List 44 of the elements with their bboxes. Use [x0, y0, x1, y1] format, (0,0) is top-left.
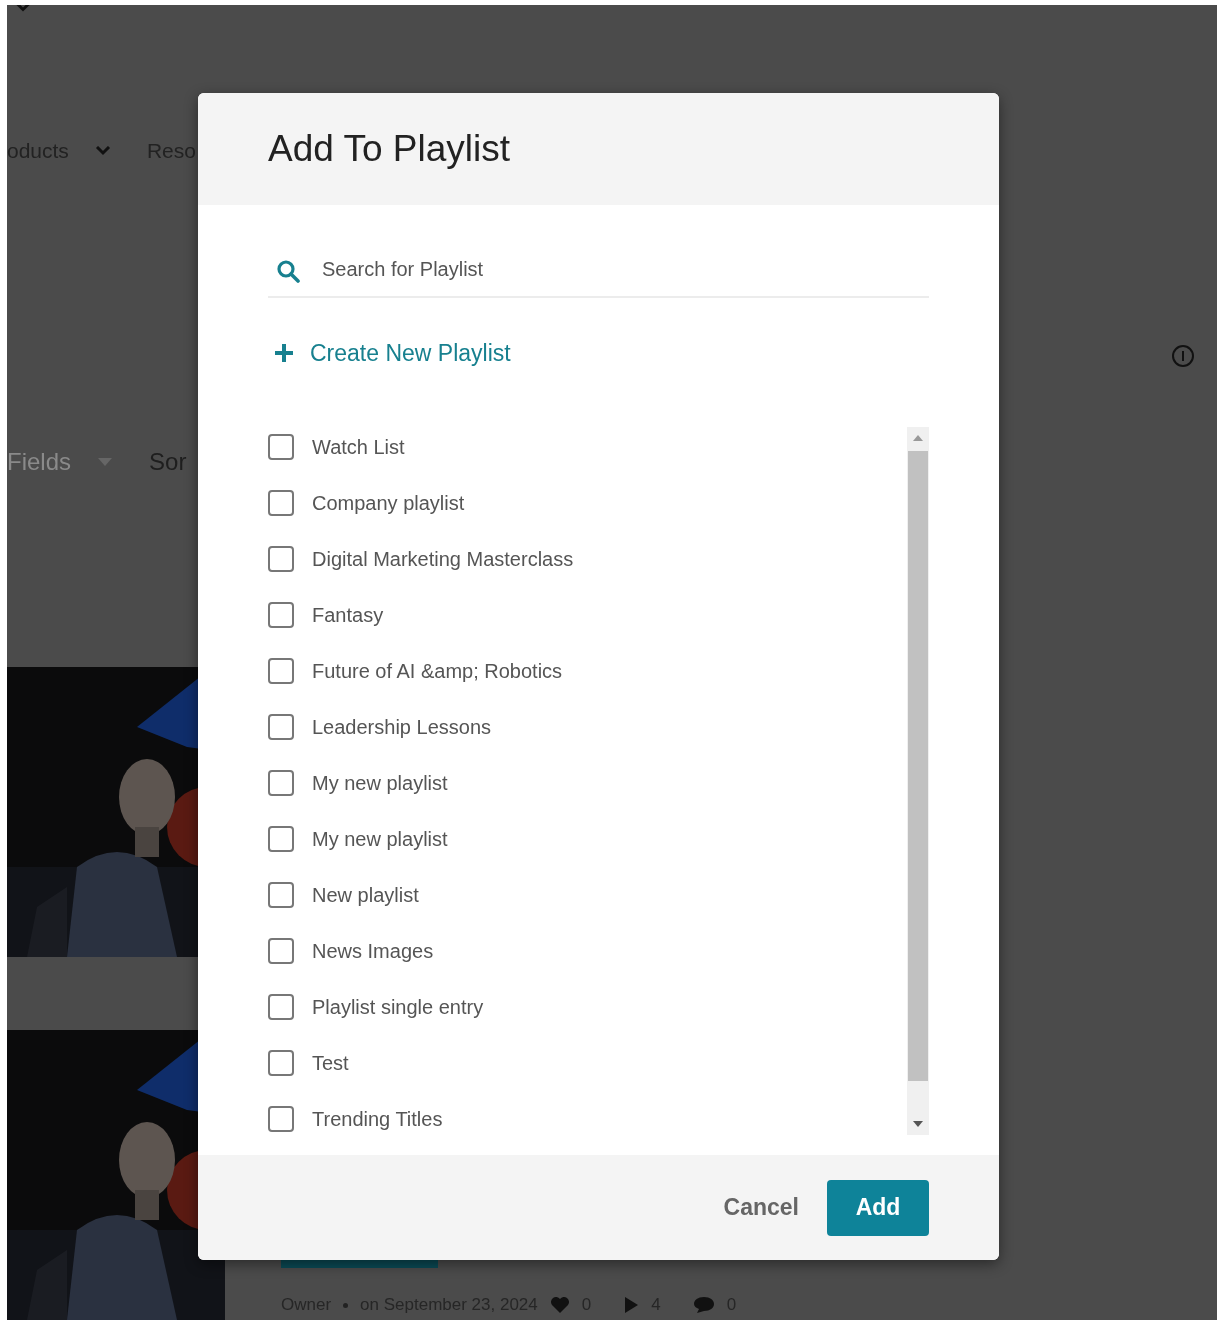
- checkbox[interactable]: [268, 1106, 294, 1132]
- plus-icon: [274, 343, 294, 363]
- scroll-thumb[interactable]: [908, 451, 928, 1081]
- checkbox[interactable]: [268, 434, 294, 460]
- scroll-up-icon[interactable]: [913, 435, 923, 441]
- checkbox[interactable]: [268, 658, 294, 684]
- playlist-name[interactable]: Leadership Lessons: [312, 715, 491, 739]
- playlist-name[interactable]: Watch List: [312, 435, 405, 459]
- checkbox[interactable]: [268, 546, 294, 572]
- playlist-name[interactable]: My new playlist: [312, 771, 448, 795]
- playlist-name[interactable]: Company playlist: [312, 491, 465, 515]
- search-icon: [276, 259, 300, 283]
- playlist-name[interactable]: Trending Titles: [312, 1107, 443, 1131]
- checkbox[interactable]: [268, 602, 294, 628]
- dialog-title: Add To Playlist: [268, 128, 510, 170]
- checkbox[interactable]: [268, 994, 294, 1020]
- chevron-icon[interactable]: [15, 5, 31, 13]
- playlist-name[interactable]: New playlist: [312, 883, 419, 907]
- playlist-name[interactable]: News Images: [312, 939, 434, 963]
- comment-icon: [692, 1296, 715, 1314]
- add-button[interactable]: Add: [827, 1179, 929, 1236]
- playlist-name[interactable]: Fantasy: [312, 603, 384, 627]
- checkbox[interactable]: [268, 490, 294, 516]
- scroll-down-icon[interactable]: [913, 1121, 923, 1127]
- playlist-name[interactable]: Test: [312, 1051, 349, 1075]
- playlist-name[interactable]: My new playlist: [312, 827, 448, 851]
- checkbox[interactable]: [268, 882, 294, 908]
- separator-dot: [343, 1302, 349, 1308]
- info-icon[interactable]: [1171, 344, 1195, 369]
- cancel-button[interactable]: Cancel: [723, 1194, 799, 1221]
- playlist-name[interactable]: Future of AI &amp; Robotics: [312, 659, 563, 683]
- chevron-icon[interactable]: [94, 146, 111, 157]
- checkbox[interactable]: [268, 938, 294, 964]
- playlist-name[interactable]: Digital Marketing Masterclass: [312, 547, 574, 571]
- play-icon: [623, 1296, 640, 1314]
- checkbox[interactable]: [268, 1050, 294, 1076]
- checkbox[interactable]: [268, 770, 294, 796]
- search-field[interactable]: Search for Playlist: [268, 243, 929, 298]
- playlist-name[interactable]: Playlist single entry: [312, 995, 484, 1019]
- checkbox[interactable]: [268, 826, 294, 852]
- checkbox[interactable]: [268, 714, 294, 740]
- scrollbar[interactable]: [907, 427, 929, 1135]
- create-playlist-link[interactable]: Create New Playlist: [268, 333, 511, 373]
- heart-icon: [549, 1296, 570, 1314]
